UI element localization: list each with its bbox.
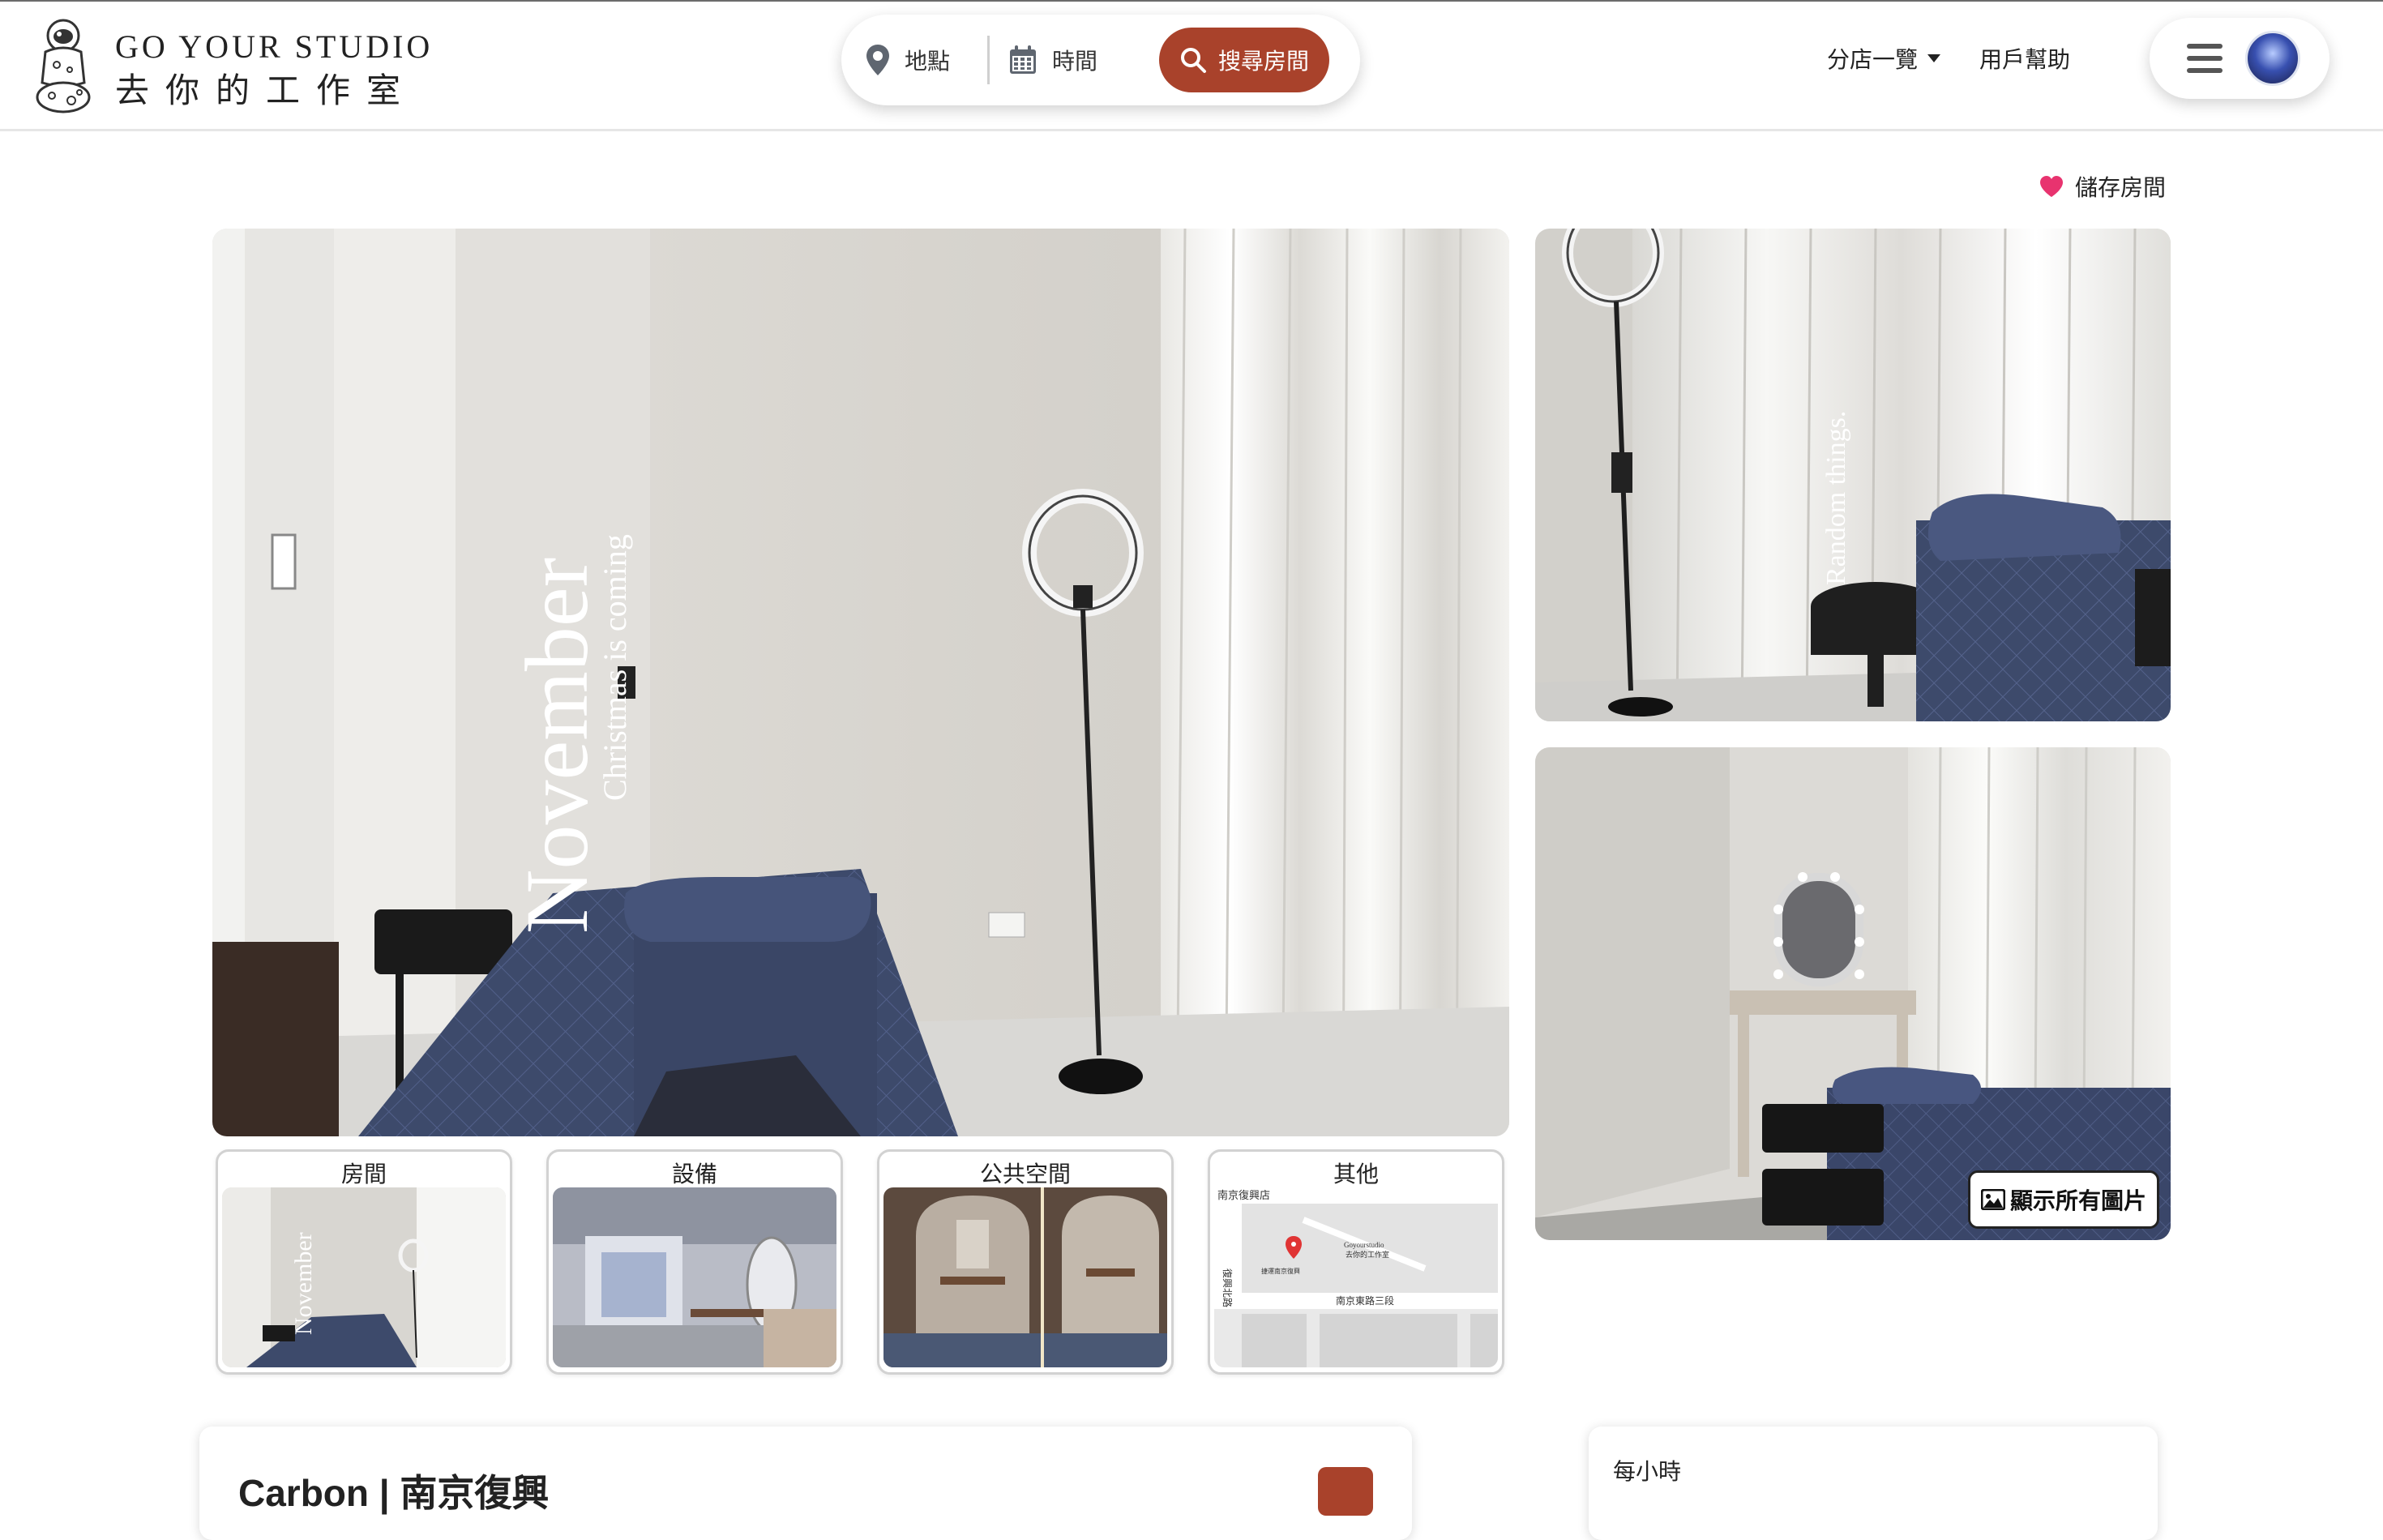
room-info-card: Carbon | 南京復興 <box>199 1427 1412 1540</box>
search-icon <box>1180 48 1206 73</box>
calendar-icon <box>1010 45 1036 74</box>
search-rooms-button[interactable]: 搜尋房間 <box>1159 28 1329 92</box>
location-filter[interactable]: 地點 <box>866 39 950 81</box>
category-card-equipment[interactable]: 設備 <box>546 1149 843 1375</box>
help-link[interactable]: 用戶幫助 <box>1979 42 2070 75</box>
show-all-photos-label: 顯示所有圖片 <box>2009 1188 2146 1213</box>
side-bottom-illustration <box>1535 747 2171 1240</box>
avatar <box>2245 31 2300 86</box>
astronaut-logo-icon <box>36 19 91 113</box>
time-filter[interactable]: 時間 <box>1008 39 1097 81</box>
main-photo-overlay-title: November <box>507 558 606 934</box>
save-room-button[interactable]: 儲存房間 <box>2039 170 2166 203</box>
user-menu-button[interactable] <box>2150 18 2330 99</box>
category-thumb-equipment <box>553 1187 836 1367</box>
show-all-photos-button[interactable]: 顯示所有圖片 <box>1968 1170 2159 1229</box>
pricing-card: 每小時 <box>1589 1427 2158 1540</box>
map-pin-icon <box>866 45 889 75</box>
equipment-thumb-illustration <box>553 1187 836 1367</box>
side-room-photo-top[interactable]: Random things. <box>1535 229 2171 721</box>
save-room-label: 儲存房間 <box>2075 175 2167 200</box>
category-title-other: 其他 <box>1333 1161 1379 1187</box>
search-button-label: 搜尋房間 <box>1217 49 1309 74</box>
search-divider <box>987 36 990 84</box>
map-brand-en: Goyourstudio <box>1344 1241 1384 1249</box>
category-title-room: 房間 <box>340 1161 387 1187</box>
hamburger-menu-icon <box>2187 42 2223 75</box>
location-label: 地點 <box>905 49 951 74</box>
main-photo-overlay-subtitle: Christmas is coming <box>597 534 633 801</box>
top-header: GO YOUR STUDIO 去你的工作室 地點 時間 搜尋房間 分店一覽 用戶… <box>0 0 2383 131</box>
room-action-button[interactable] <box>1318 1467 1373 1516</box>
image-icon <box>1980 1189 2005 1210</box>
map-street-label: 南京東路三段 <box>1336 1294 1394 1307</box>
map-metro-label: 捷運南京復興 <box>1261 1267 1300 1275</box>
side-top-illustration: Random things. <box>1535 229 2171 721</box>
brand-name-zh: 去你的工作室 <box>115 73 417 110</box>
room-title: Carbon | 南京復興 <box>238 1472 550 1514</box>
heart-icon <box>2040 176 2063 197</box>
stores-dropdown[interactable]: 分店一覽 <box>1827 42 1941 75</box>
category-card-room[interactable]: 房間 November <box>216 1149 512 1375</box>
category-card-other[interactable]: 其他 南京復興店 Goyourstudio 去你的工作室 捷運南京復興 南京東路… <box>1208 1149 1504 1375</box>
search-bar: 地點 時間 搜尋房間 <box>841 15 1360 105</box>
category-title-common-space: 公共空間 <box>979 1161 1071 1187</box>
category-title-equipment: 設備 <box>671 1161 717 1187</box>
map-store-label: 南京復興店 <box>1217 1189 1270 1201</box>
main-room-photo[interactable]: November Christmas is coming <box>212 229 1509 1136</box>
side-room-photo-bottom[interactable] <box>1535 747 2171 1240</box>
map-brand-zh: 去你的工作室 <box>1346 1250 1389 1259</box>
room-thumb-overlay-text: November <box>290 1232 317 1335</box>
per-hour-label: 每小時 <box>1613 1459 1682 1484</box>
common-space-thumb-illustration <box>883 1187 1167 1367</box>
main-room-illustration: November Christmas is coming <box>212 229 1509 1136</box>
caret-down-icon <box>1927 54 1941 62</box>
time-label: 時間 <box>1052 49 1098 74</box>
category-thumb-map: 南京復興店 Goyourstudio 去你的工作室 捷運南京復興 南京東路三段 … <box>1214 1187 1498 1367</box>
category-thumb-room: November <box>222 1187 506 1367</box>
map-thumb-illustration: 南京復興店 Goyourstudio 去你的工作室 捷運南京復興 南京東路三段 … <box>1214 1187 1498 1367</box>
brand-name-en: GO YOUR STUDIO <box>115 28 434 65</box>
room-thumb-illustration: November <box>222 1187 506 1367</box>
map-side-road-label: 復興北路 <box>1221 1268 1234 1307</box>
category-card-common-space[interactable]: 公共空間 <box>877 1149 1174 1375</box>
side-photo-overlay-text: Random things. <box>1821 411 1851 585</box>
brand-logo-link[interactable]: GO YOUR STUDIO 去你的工作室 <box>32 16 430 118</box>
stores-label: 分店一覽 <box>1827 47 1919 72</box>
category-thumb-common-space <box>883 1187 1167 1367</box>
